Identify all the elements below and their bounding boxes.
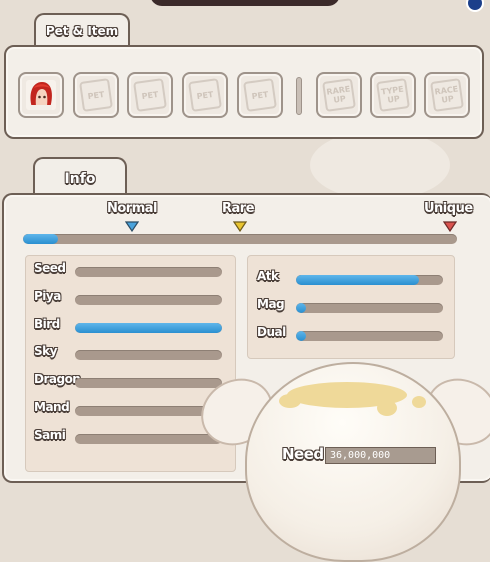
type-bar-sky — [75, 350, 222, 360]
item-slot-label: RACE UP — [430, 78, 464, 112]
type-label-piya: Piya — [34, 289, 61, 303]
type-label-sky: Sky — [34, 344, 57, 358]
pet-slot-label: PET — [243, 78, 277, 112]
grade-progress-fill — [23, 234, 58, 244]
pet-slot-label: PET — [188, 78, 222, 112]
background-decoration — [310, 130, 450, 200]
type-bar-piya — [75, 295, 222, 305]
type-label-sami: Sami — [34, 428, 66, 442]
pet-slot-label: PET — [79, 78, 113, 112]
type-bar-fill — [75, 323, 222, 333]
stat-label-dual: Dual — [257, 325, 286, 339]
type-label-seed: Seed — [34, 261, 66, 275]
pet-slot-3[interactable]: PET — [127, 72, 173, 118]
window-title-bar — [150, 0, 340, 6]
grade-progress-bar — [23, 234, 457, 244]
type-label-dragon: Dragon — [34, 372, 81, 386]
stat-bar-fill — [296, 275, 420, 285]
type-bar-seed — [75, 267, 222, 277]
slot-divider — [296, 77, 302, 115]
tab-info[interactable]: Info — [33, 157, 127, 195]
grade-marker-normal-icon — [125, 221, 139, 232]
egg-spot — [412, 396, 426, 408]
close-orb-icon[interactable] — [466, 0, 484, 12]
item-slot-type-up[interactable]: TYPE UP — [370, 72, 416, 118]
type-label-bird: Bird — [34, 317, 60, 331]
grade-label-rare: Rare — [222, 201, 255, 216]
item-slot-rare-up[interactable]: RARE UP — [316, 72, 362, 118]
item-slot-race-up[interactable]: RACE UP — [424, 72, 470, 118]
type-bar-dragon — [75, 378, 222, 388]
pet-slot-2[interactable]: PET — [73, 72, 119, 118]
stat-label-mag: Mag — [257, 297, 285, 311]
egg-spot — [377, 400, 397, 416]
pet-slot-1[interactable] — [18, 72, 64, 118]
grade-label-normal: Normal — [107, 201, 158, 216]
stat-bar-atk — [296, 275, 443, 285]
tab-pet-item[interactable]: Pet & Item — [34, 13, 130, 47]
type-bar-bird — [75, 323, 222, 333]
grade-marker-rare-icon — [233, 221, 247, 232]
need-value: 36,000,000 — [325, 447, 436, 464]
pet-portrait-icon — [26, 80, 56, 110]
grade-label-unique: Unique — [424, 201, 473, 216]
stat-bar-dual — [296, 331, 443, 341]
stat-label-atk: Atk — [257, 269, 279, 283]
item-slot-label: RARE UP — [322, 78, 356, 112]
type-label-mand: Mand — [34, 400, 70, 414]
pet-slot-4[interactable]: PET — [182, 72, 228, 118]
grade-marker-unique-icon — [443, 221, 457, 232]
egg-spot — [279, 394, 301, 408]
stat-bar-fill — [296, 303, 307, 313]
type-bar-sami — [75, 434, 222, 444]
item-slot-label: TYPE UP — [376, 78, 410, 112]
stat-bar-fill — [296, 331, 307, 341]
need-label: Need — [282, 445, 324, 463]
pet-slot-5[interactable]: PET — [237, 72, 283, 118]
stat-bar-mag — [296, 303, 443, 313]
pet-slot-label: PET — [133, 78, 167, 112]
